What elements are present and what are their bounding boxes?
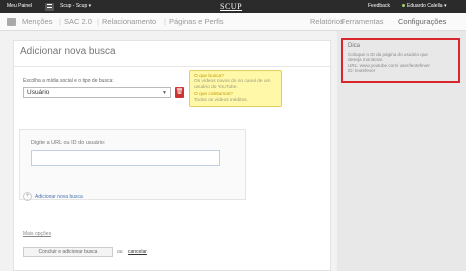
nav-separator: |: [164, 17, 166, 26]
more-options-link[interactable]: Mais opções: [23, 231, 51, 237]
add-search-label: Adicionar nova busca: [35, 193, 83, 200]
nav-mencoes[interactable]: Menções: [22, 17, 52, 26]
media-type-value: Usuário: [27, 89, 50, 96]
page-title: Adicionar nova busca: [20, 46, 116, 57]
online-status-icon: [402, 4, 405, 8]
feedback-link[interactable]: Feedback: [368, 3, 390, 9]
top-bar: Meu Painel Scup - Scup ▾ SCUP Feedback E…: [0, 0, 466, 13]
search-help-box: O que busca? Os vídeos novos do no canal…: [189, 70, 282, 107]
media-type-label: Escolha a mídia social e o tipo de busca…: [23, 78, 114, 84]
tip-title: Dica: [348, 43, 361, 49]
nav-sac[interactable]: SAC 2.0: [64, 17, 92, 26]
menu-icon[interactable]: [45, 2, 54, 11]
user-menu[interactable]: Eduardo Calella ▾: [402, 3, 446, 9]
help-answer: Todos os vídeos inéditos.: [194, 97, 248, 103]
url-section: Digite a URL ou ID do usuário:: [19, 129, 246, 200]
user-name: Eduardo Calella ▾: [407, 3, 447, 9]
nav-separator: |: [97, 17, 99, 26]
add-search-link[interactable]: + Adicionar nova busca: [23, 192, 83, 201]
divider: [14, 66, 332, 67]
or-text: ou: [117, 249, 123, 255]
submit-button[interactable]: Concluir e adicionar busca: [23, 247, 113, 257]
nav-paginas-perfis[interactable]: Páginas e Perfis: [169, 17, 224, 26]
trash-icon[interactable]: 🗑: [175, 87, 184, 98]
account-dropdown[interactable]: Scup - Scup ▾: [60, 3, 91, 9]
main-nav: Menções | SAC 2.0 | Relacionamento | Pág…: [0, 13, 466, 31]
tip-box: Dica Coloque o ID da página do usuário q…: [341, 38, 460, 83]
tip-line: ID: leotefever: [348, 68, 376, 74]
scup-logo[interactable]: SCUP: [220, 2, 242, 11]
nav-relatorios[interactable]: Relatórios: [310, 17, 344, 26]
plus-icon: +: [23, 192, 32, 201]
grid-icon[interactable]: [7, 18, 16, 26]
nav-relacionamento[interactable]: Relacionamento: [102, 17, 156, 26]
chevron-down-icon: ▼: [162, 90, 167, 96]
nav-ferramentas[interactable]: Ferramentas: [341, 17, 384, 26]
my-panel-link[interactable]: Meu Painel: [7, 3, 32, 9]
user-url-input[interactable]: [31, 150, 220, 166]
help-answer: Os vídeos novos do no canal de um usuári…: [194, 79, 271, 90]
nav-configuracoes[interactable]: Configurações: [398, 17, 446, 26]
nav-separator: |: [59, 17, 61, 26]
url-label: Digite a URL ou ID do usuário:: [31, 140, 106, 146]
cancel-link[interactable]: cancelar: [128, 249, 147, 255]
media-type-select[interactable]: Usuário ▼: [23, 87, 171, 98]
